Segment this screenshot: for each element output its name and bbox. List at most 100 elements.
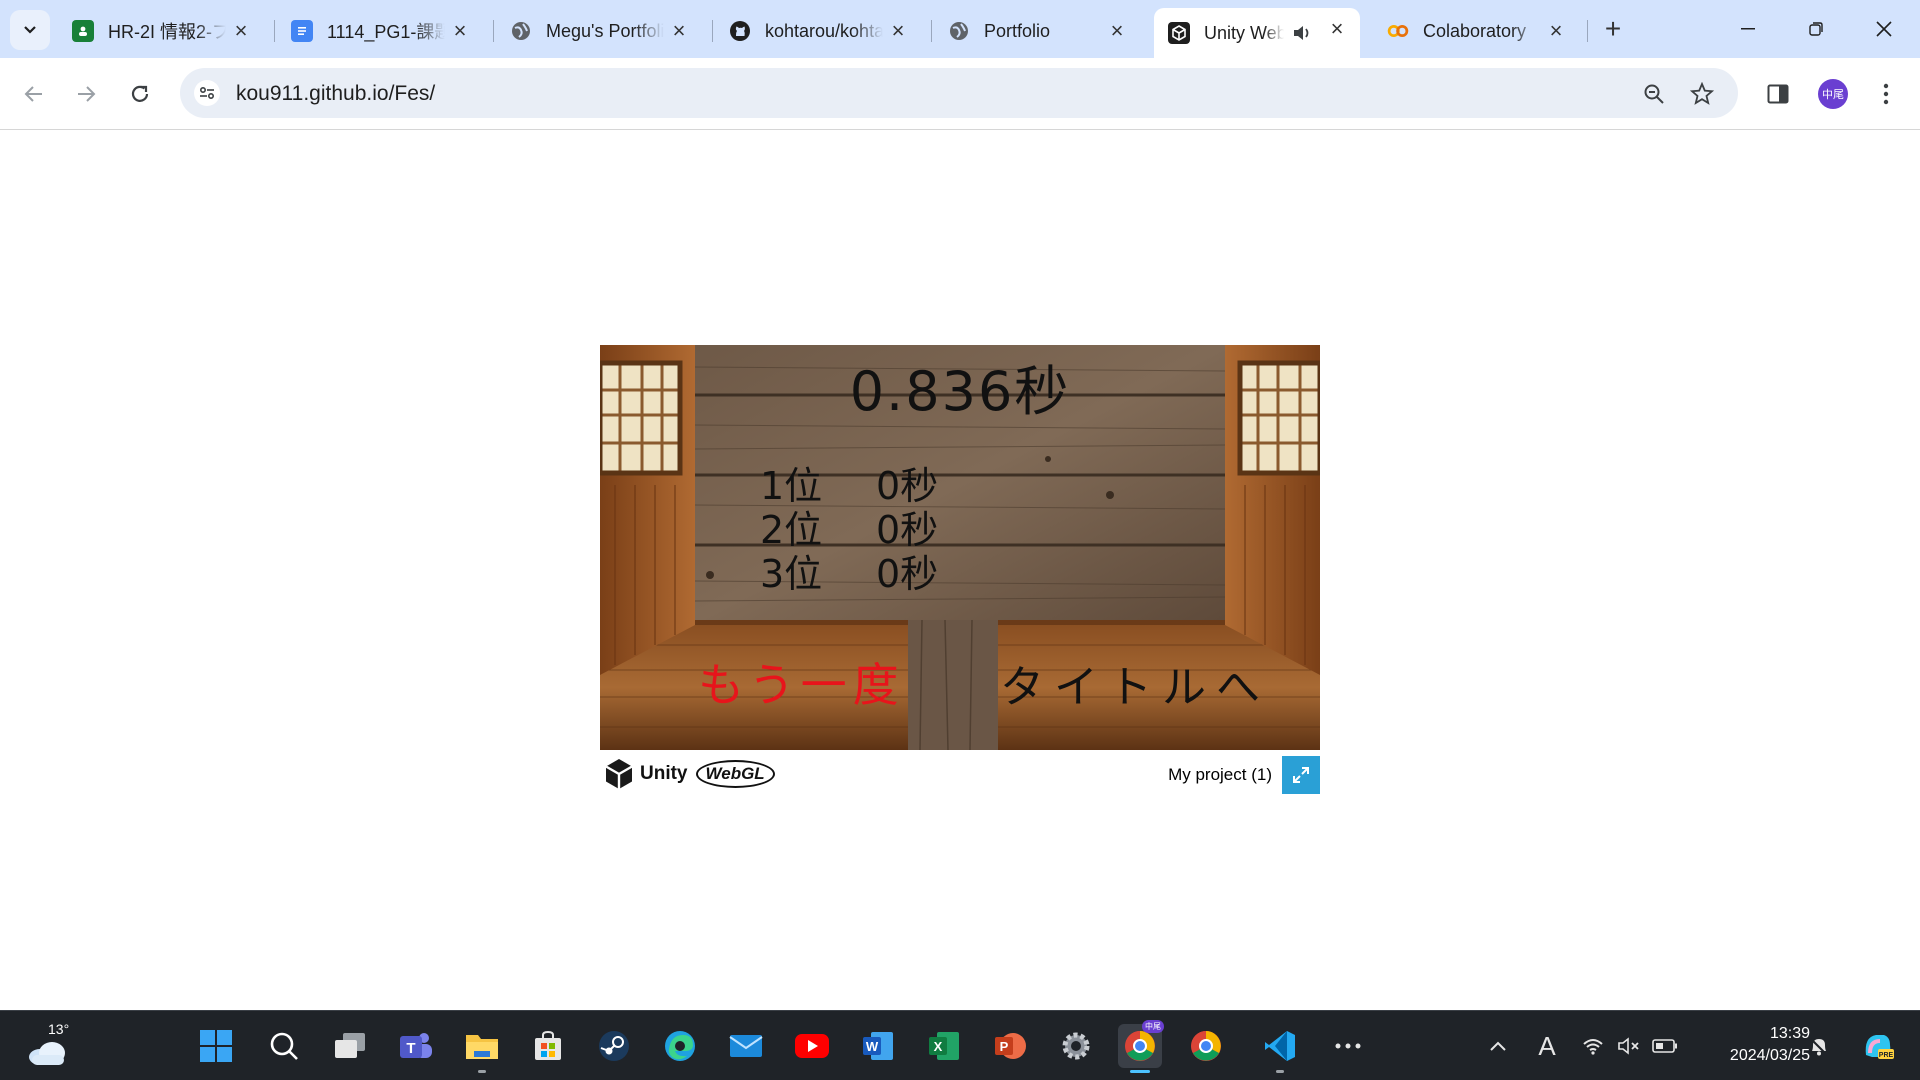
youtube-icon [795, 1034, 829, 1058]
tab-unity-webgl[interactable]: Unity WebGL Player × [1154, 8, 1360, 58]
svg-text:T: T [406, 1040, 415, 1057]
svg-text:PRE: PRE [1879, 1052, 1894, 1059]
search-button[interactable] [262, 1024, 306, 1068]
back-to-title-button[interactable]: タイトルへ [1000, 651, 1300, 715]
word-app[interactable]: W [856, 1024, 900, 1068]
clock-time: 13:39 [1769, 1025, 1810, 1042]
tab-megu-portfolio[interactable]: Megu's Portfolio × [496, 10, 702, 52]
unity-wordmark: Unity [640, 763, 688, 784]
side-panel-button[interactable] [1760, 76, 1796, 112]
window-close-button[interactable] [1850, 0, 1918, 58]
close-icon[interactable]: × [449, 18, 471, 43]
excel-app[interactable]: X [922, 1024, 966, 1068]
unity-icon [1168, 22, 1190, 44]
tab-github[interactable]: kohtarou/kohtarou × [715, 10, 921, 52]
profile-button[interactable]: 中尾 [1815, 76, 1851, 112]
unity-cube-icon [605, 759, 633, 789]
close-icon[interactable]: × [668, 18, 690, 43]
powerpoint-app[interactable]: P [988, 1024, 1032, 1068]
forward-button[interactable] [68, 76, 104, 112]
webgl-logo: WebGL [695, 760, 775, 788]
tab-title: Unity WebGL Player [1204, 22, 1284, 43]
chrome-app[interactable] [1184, 1024, 1228, 1068]
google-sheets-icon [72, 20, 94, 42]
chrome-profile-badge: 中尾 [1142, 1020, 1164, 1033]
ime-indicator[interactable]: A [1534, 1031, 1560, 1061]
start-button[interactable] [194, 1024, 238, 1068]
chrome-icon [1125, 1031, 1155, 1061]
project-title: My project (1) [1168, 765, 1272, 784]
tab-title: kohtarou/kohtarou [765, 20, 883, 41]
site-settings-icon[interactable] [194, 80, 220, 106]
tab-colab[interactable]: Colaboratory × [1373, 10, 1579, 52]
weather-temp: 13° [48, 1021, 70, 1037]
restore-button[interactable] [1782, 0, 1850, 58]
overflow-button[interactable] [1326, 1024, 1370, 1068]
new-tab-button[interactable]: + [1598, 13, 1628, 44]
tab-separator [1587, 20, 1588, 42]
weather-widget[interactable]: 13° [20, 1021, 80, 1071]
bookmark-star-icon[interactable] [1688, 80, 1716, 108]
speaker-icon[interactable] [1292, 24, 1312, 47]
windows-taskbar: 13° T W X P 中尾 A 13:39 2024/03/25 PRE [0, 1010, 1920, 1080]
system-clock[interactable]: 13:39 2024/03/25 [1700, 1023, 1810, 1067]
file-explorer-app[interactable] [460, 1024, 504, 1073]
chrome-profile-app[interactable]: 中尾 [1118, 1020, 1164, 1073]
copilot-icon[interactable]: PRE [1858, 1026, 1898, 1066]
back-button[interactable] [16, 76, 52, 112]
close-icon[interactable]: × [887, 18, 909, 43]
reload-button[interactable] [122, 76, 158, 112]
tray-overflow-chevron[interactable] [1485, 1033, 1511, 1059]
minimize-icon [1741, 28, 1755, 30]
tab-title: 1114_PG1-課題 [327, 22, 445, 42]
shoji-window-left [600, 360, 683, 476]
youtube-app[interactable] [790, 1024, 834, 1068]
vscode-app[interactable] [1258, 1024, 1302, 1073]
fullscreen-icon [1293, 767, 1309, 783]
wifi-icon[interactable] [1580, 1033, 1606, 1059]
steam-icon [599, 1031, 629, 1061]
zoom-icon[interactable] [1640, 80, 1668, 108]
close-icon[interactable]: × [230, 18, 252, 43]
steam-app[interactable] [592, 1024, 636, 1068]
task-view-button[interactable] [328, 1024, 372, 1068]
ranking-row: 1位 0秒 [760, 455, 1020, 508]
folder-icon [466, 1035, 498, 1059]
tab-docs[interactable]: 1114_PG1-課題 × [277, 10, 483, 52]
battery-icon[interactable] [1652, 1033, 1678, 1059]
unity-game-canvas[interactable]: 0.836秒 1位 0秒 2位 0秒 3位 0秒 もう一度 タイトルへ [600, 345, 1320, 750]
fullscreen-button[interactable] [1282, 756, 1320, 794]
ms-store-app[interactable] [526, 1024, 570, 1068]
address-bar[interactable]: kou911.github.io/Fes/ [180, 68, 1738, 118]
browser-menu-button[interactable] [1868, 76, 1904, 112]
shoji-window-right [1237, 360, 1320, 476]
side-panel-icon [1767, 84, 1789, 104]
ranking-row: 2位 0秒 [760, 499, 1020, 552]
tab-search-button[interactable] [10, 10, 50, 50]
minimize-button[interactable] [1714, 0, 1782, 58]
teams-app[interactable]: T [394, 1024, 438, 1068]
edge-app[interactable] [658, 1024, 702, 1068]
ranking-list: 1位 0秒 2位 0秒 3位 0秒 [760, 455, 1020, 596]
tab-title: Portfolio [984, 20, 1051, 41]
retry-button[interactable]: もう一度 [698, 649, 908, 715]
tab-portfolio[interactable]: Portfolio × [934, 10, 1140, 52]
arrow-left-icon [24, 86, 42, 102]
store-icon [535, 1030, 561, 1060]
close-icon[interactable]: × [1545, 18, 1567, 43]
mail-app[interactable] [724, 1024, 768, 1068]
chevron-down-icon [24, 26, 36, 34]
close-icon[interactable]: × [1106, 18, 1128, 43]
settings-app[interactable] [1054, 1024, 1098, 1068]
svg-text:W: W [866, 1039, 879, 1054]
close-icon[interactable]: × [1326, 16, 1348, 41]
excel-icon: X [929, 1032, 959, 1060]
volume-muted-icon[interactable] [1616, 1033, 1642, 1059]
unity-footer: Unity WebGL My project (1) [600, 752, 1320, 796]
google-docs-icon [291, 20, 313, 42]
chrome-icon [1191, 1031, 1221, 1061]
notification-bell-icon[interactable] [1806, 1033, 1832, 1059]
tab-sheets[interactable]: HR-2I 情報2-プ × [58, 10, 264, 52]
url-text[interactable]: kou911.github.io/Fes/ [236, 82, 435, 106]
rank-label: 1位 [760, 464, 823, 508]
